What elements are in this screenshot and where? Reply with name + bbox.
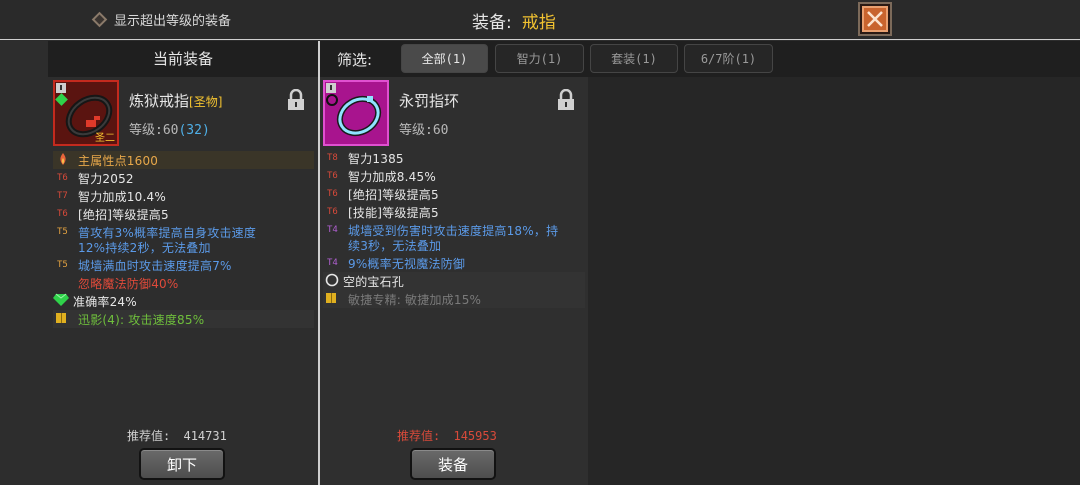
tier-label: T5: [57, 260, 68, 270]
tier-label: T5: [57, 227, 68, 237]
filter-tab-tier[interactable]: 6/7阶(1): [684, 44, 773, 73]
current-recommend-value: 414731: [183, 429, 227, 443]
stat-line: T6 智力2052: [53, 169, 314, 187]
stat-text: 城墙满血时攻击速度提高7%: [78, 258, 232, 273]
stat-text: [绝招]等级提高5: [348, 187, 439, 202]
current-lock-icon[interactable]: [287, 88, 305, 111]
candidate-item-name: 永罚指环: [399, 92, 460, 110]
set-book-icon: [323, 292, 348, 307]
candidate-item-icon[interactable]: [323, 80, 389, 146]
stat-line-continued: 续3秒，无法叠加: [348, 236, 441, 254]
stat-text: 主属性点1600: [78, 153, 159, 168]
tier-label: T6: [57, 209, 68, 219]
empty-socket-icon: [323, 273, 343, 290]
tier-label: T6: [327, 171, 338, 181]
title-label: 装备:: [472, 13, 512, 33]
stat-line: T5 城墙满血时攻击速度提高7%: [53, 256, 314, 274]
tier-label: T6: [327, 207, 338, 217]
filter-tab-set[interactable]: 套装(1): [590, 44, 678, 73]
candidate-lock-icon[interactable]: [557, 88, 575, 111]
stat-text: 忽略魔法防御40%: [78, 276, 179, 291]
candidate-recommend-label: 推荐值:: [397, 429, 441, 443]
item-grade-badge: 圣二: [95, 133, 115, 144]
current-item-level: 等级:60: [129, 123, 179, 138]
unequip-button[interactable]: 卸下: [139, 448, 225, 480]
stat-line: 忽略魔法防御40%: [53, 274, 314, 292]
set-book-icon: [53, 312, 78, 327]
stat-line: T6 [绝招]等级提高5: [323, 185, 585, 203]
stat-text: 智力加成8.45%: [348, 169, 436, 184]
filter-tab-intelligence[interactable]: 智力(1): [495, 44, 584, 73]
diamond-checkbox-icon[interactable]: [91, 11, 108, 27]
stat-text: 智力加成10.4%: [78, 189, 166, 204]
current-recommend: 推荐值: 414731: [127, 427, 227, 444]
current-item-name: 炼狱戒指: [129, 92, 190, 110]
tier-label: T4: [327, 258, 338, 268]
gem-socket-line: 空的宝石孔: [323, 272, 585, 290]
stat-line: T6 [绝招]等级提高5: [53, 205, 314, 223]
page-title: 装备: 戒指: [472, 8, 556, 33]
stat-text: 迅影(4): 攻击速度85%: [78, 312, 205, 327]
title-slot: 戒指: [521, 13, 556, 33]
stat-text: [技能]等级提高5: [348, 205, 439, 220]
top-bar: 显示超出等级的装备 装备: 戒指: [0, 0, 1080, 40]
empty-list-area: [588, 77, 1080, 485]
current-recommend-label: 推荐值:: [127, 429, 171, 443]
stat-text: [绝招]等级提高5: [78, 207, 169, 222]
stat-text-continued: 续3秒，无法叠加: [348, 238, 442, 253]
set-bonus-line: 敏捷专精: 敏捷加成15%: [323, 290, 585, 308]
show-over-level-label: 显示超出等级的装备: [114, 13, 232, 29]
current-item-icon[interactable]: 圣二: [53, 80, 119, 146]
stat-line: T4 9%概率无视魔法防御: [323, 254, 585, 272]
tier-label: T4: [327, 225, 338, 235]
ring-icon: [326, 83, 382, 137]
current-item-quality: [圣物]: [189, 95, 223, 109]
stat-text-continued: 12%持续2秒，无法叠加: [78, 240, 211, 255]
current-equipment-title: 当前装备: [48, 41, 318, 77]
emerald-gem-icon: [53, 293, 73, 310]
stat-text: 智力2052: [78, 171, 134, 186]
stat-text: 9%概率无视魔法防御: [348, 256, 466, 271]
gem-stat-line: 准确率24%: [53, 292, 314, 310]
stat-text: 敏捷专精: 敏捷加成15%: [348, 292, 482, 307]
stat-text: 智力1385: [348, 151, 404, 166]
show-over-level-toggle[interactable]: 显示超出等级的装备: [91, 9, 232, 29]
flame-icon: [53, 152, 78, 169]
tier-label: T7: [57, 191, 68, 201]
current-item-level-bonus: (32): [178, 123, 210, 138]
primary-stat-line: 主属性点1600: [53, 151, 314, 169]
candidate-item-level: 等级:60: [399, 123, 449, 138]
stat-line-continued: 12%持续2秒，无法叠加: [78, 238, 211, 256]
filter-tab-all[interactable]: 全部(1): [401, 44, 488, 73]
tier-label: T6: [57, 173, 68, 183]
equip-button[interactable]: 装备: [410, 448, 496, 480]
current-item-name-row: 炼狱戒指[圣物]: [129, 90, 222, 111]
close-button[interactable]: [858, 2, 892, 36]
stat-line: T6 智力加成8.45%: [323, 167, 585, 185]
stat-line: T8 智力1385: [323, 149, 585, 167]
stat-text: 空的宝石孔: [343, 274, 405, 289]
stat-line: T6 [技能]等级提高5: [323, 203, 585, 221]
candidate-recommend: 推荐值: 145953: [397, 427, 497, 444]
current-item-level-row: 等级:60(32): [129, 119, 210, 138]
stat-line: T7 智力加成10.4%: [53, 187, 314, 205]
set-bonus-line: 迅影(4): 攻击速度85%: [53, 310, 314, 328]
close-icon[interactable]: [862, 6, 888, 32]
tier-label: T8: [327, 153, 338, 163]
filter-label: 筛选:: [337, 51, 373, 69]
tier-label: T6: [327, 189, 338, 199]
candidate-recommend-value: 145953: [453, 429, 497, 443]
stat-text: 准确率24%: [73, 294, 137, 309]
